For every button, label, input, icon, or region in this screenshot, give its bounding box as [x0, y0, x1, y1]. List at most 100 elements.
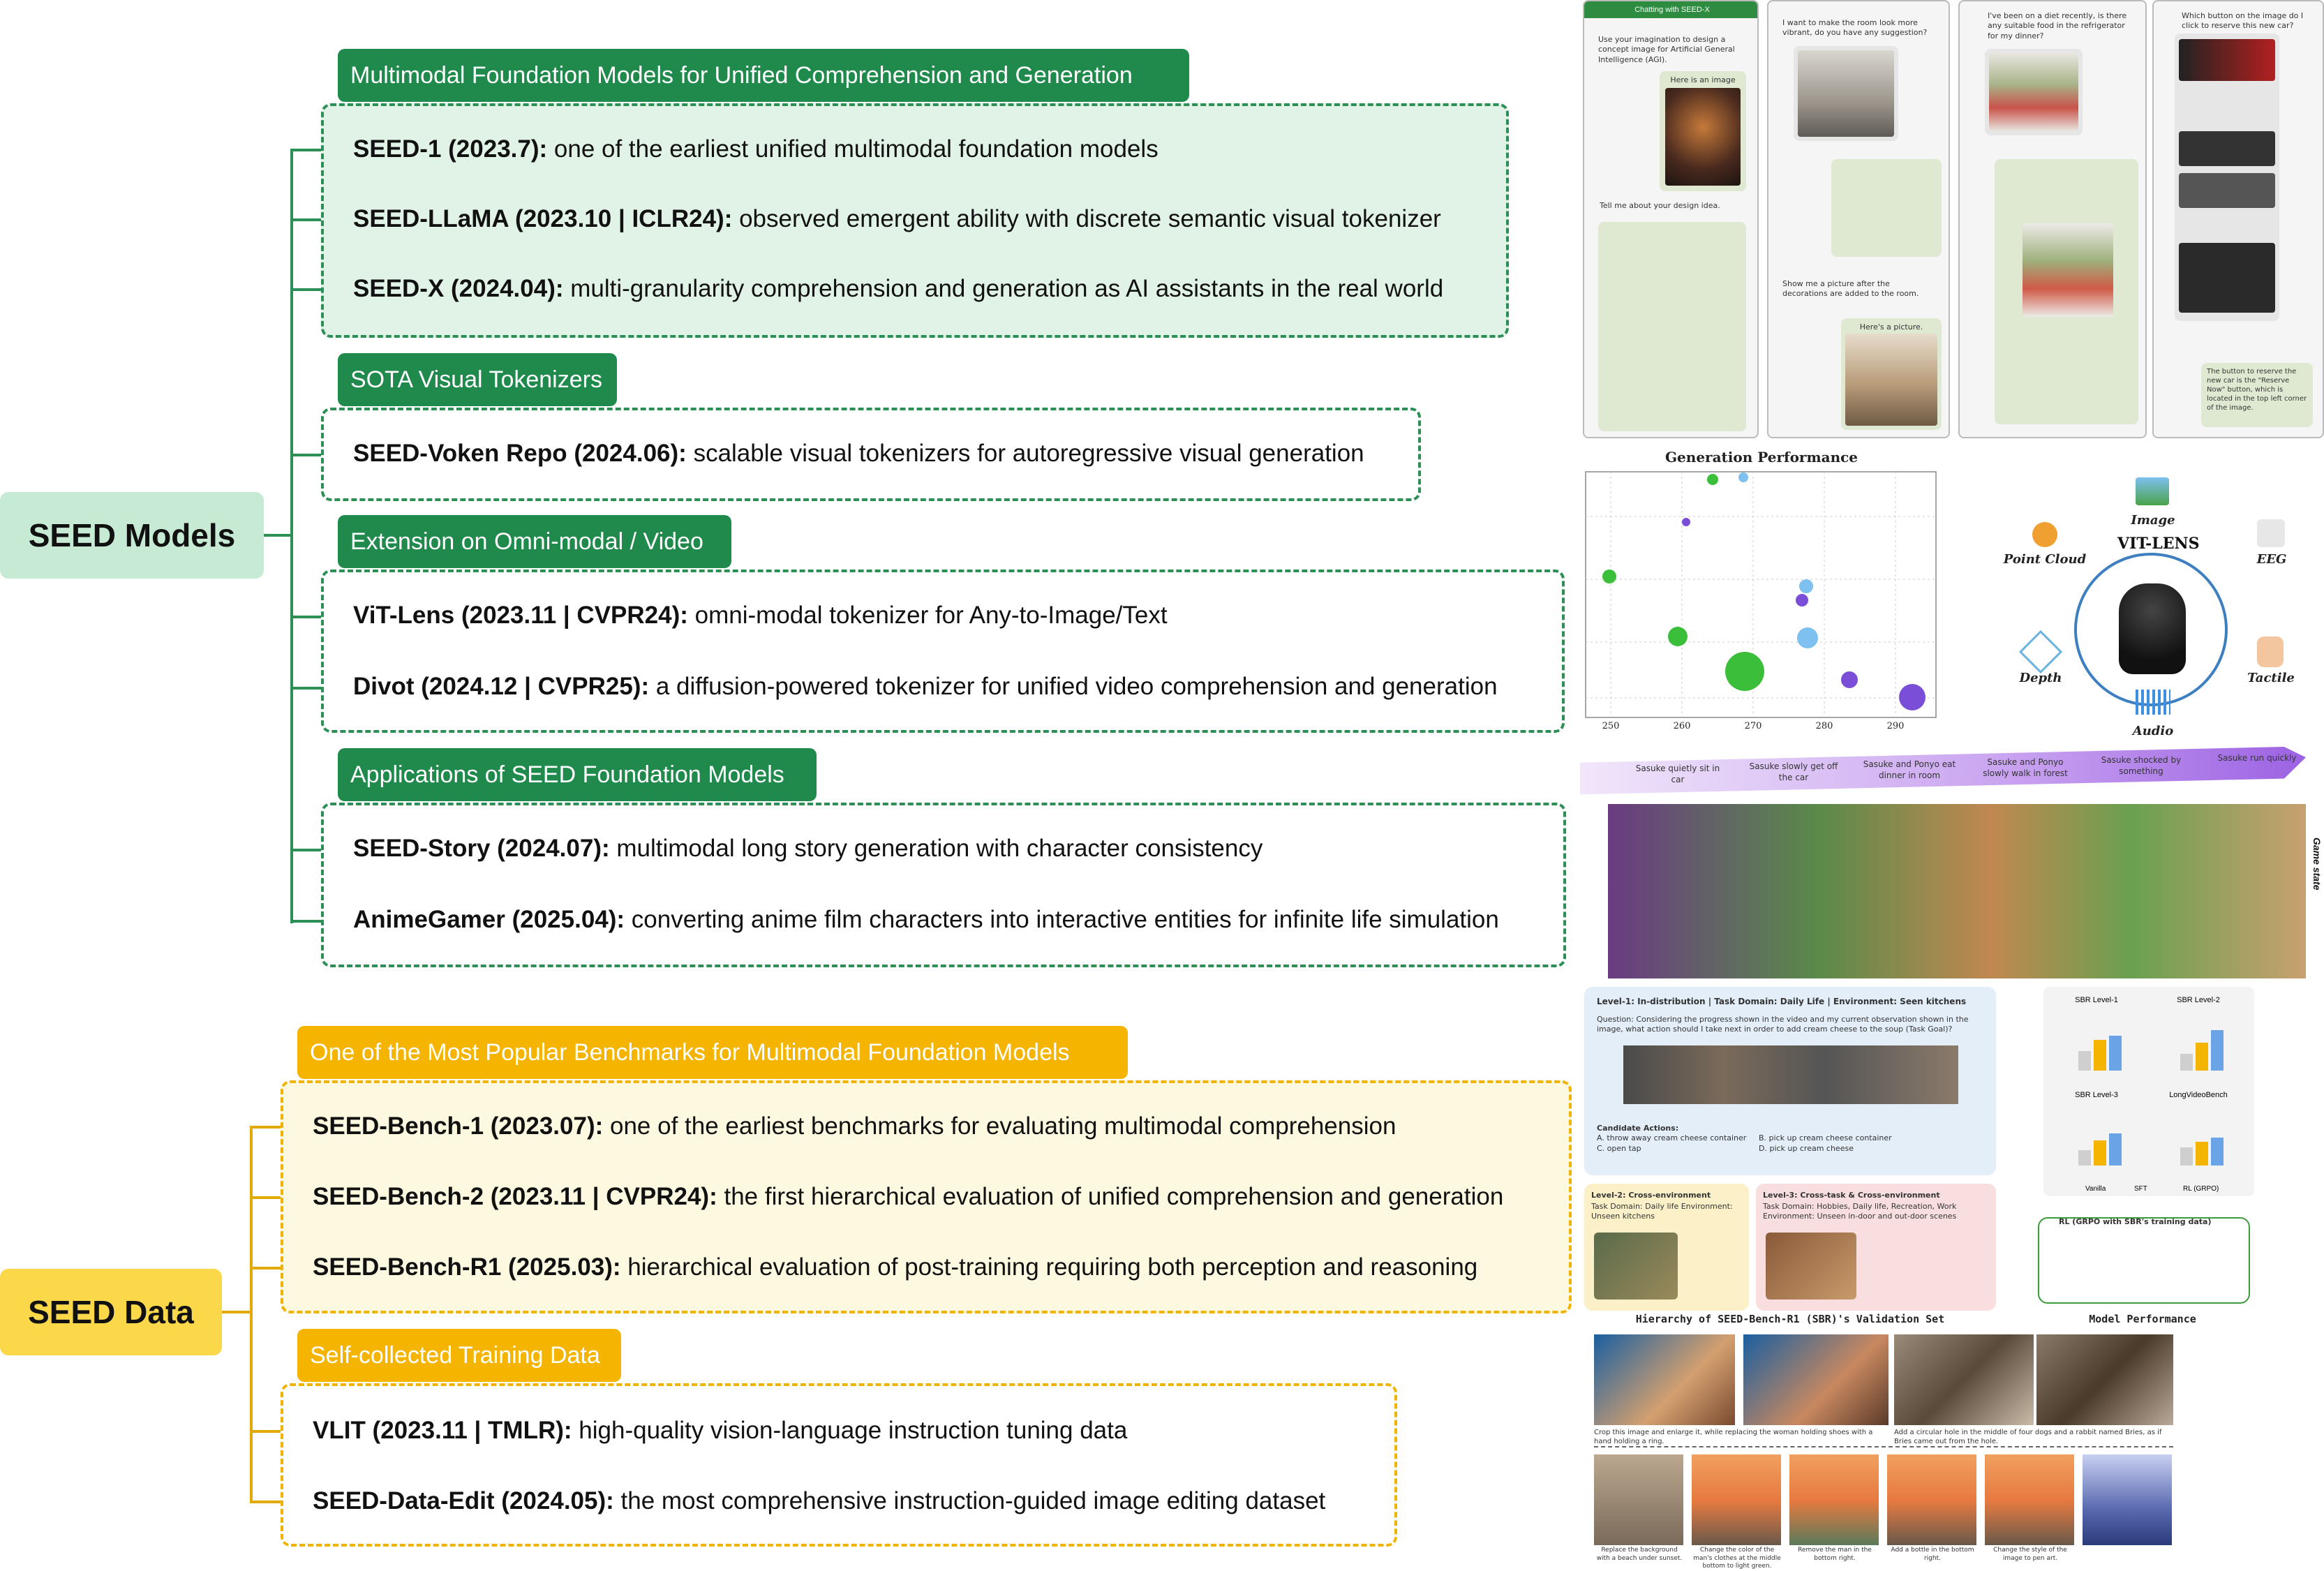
chat-user-msg: Which button on the image do I click to … [2182, 11, 2304, 31]
point-llamagen-l [1707, 474, 1718, 485]
connector [290, 687, 321, 690]
point-llamagen-xl [1602, 569, 1616, 583]
bench-bar [2094, 1040, 2106, 1071]
story-step-label: Sasuke quietly sit in car [1635, 764, 1720, 784]
edit-caption: Change the color of the man's clothes at… [1693, 1547, 1781, 1570]
edit-caption: Remove the man in the bottom right. [1798, 1547, 1872, 1562]
story-step-label: Sasuke and Ponyo slowly walk in forest [1983, 757, 2068, 778]
models-item-animegamer: AnimeGamer (2025.04): converting anime f… [353, 906, 1499, 933]
bench-bar [2211, 1030, 2224, 1071]
bench-bar [2094, 1140, 2106, 1166]
bench-opt-b: B. pick up cream cheese container [1759, 1133, 1892, 1142]
bench-bar-title: SBR Level-3 [2075, 1091, 2118, 1099]
edit-divider [1594, 1446, 2173, 1447]
connector [250, 1196, 281, 1199]
edit-caption: Change the style of the image to pen art… [1993, 1547, 2067, 1562]
edit-img-9 [1985, 1454, 2074, 1545]
connector [290, 454, 321, 456]
connector [250, 1501, 281, 1503]
room-image-2: Here's a picture. [1841, 318, 1942, 430]
vitlens-figure: Image VIT-LENS Point Cloud EEG Depth Tac… [1996, 447, 2303, 748]
chat-user-msg2: Show me a picture after the decorations … [1782, 279, 1919, 299]
data-item-benchr1: SEED-Bench-R1 (2025.03): hierarchical ev… [313, 1253, 1478, 1281]
models-item-voken: SEED-Voken Repo (2024.06): scalable visu… [353, 440, 1364, 467]
point-ibq-b [1682, 518, 1690, 526]
eeg-icon [2257, 519, 2285, 547]
vitlens-title: VIT-LENS [2117, 535, 2200, 553]
bench-caption: Hierarchy of SEED-Bench-R1 (SBR)'s Valid… [1635, 1313, 1945, 1325]
bench-level1: Level-1: In-distribution | Task Domain: … [1597, 997, 1967, 1006]
edit-caption: Replace the background with a beach unde… [1596, 1547, 1683, 1562]
models-sec2-header: SOTA Visual Tokenizers [338, 353, 617, 406]
edit-img-2 [1743, 1334, 1889, 1425]
connector [264, 534, 292, 537]
chat-panel-3: I've been on a diet recently, is there a… [1958, 0, 2147, 438]
game-state-label: Game state [2311, 837, 2323, 891]
seed-models-root: SEED Models [0, 492, 264, 579]
webpage-image [2175, 33, 2279, 321]
story-step-label: Sasuke shocked by something [2101, 755, 2182, 776]
x-tick-label: 270 [1744, 721, 1762, 731]
connector [222, 1311, 251, 1313]
bench-bar-title: LongVideoBench [2169, 1091, 2228, 1099]
chat-panel-1: Chatting with SEED-X Use your imaginatio… [1583, 0, 1759, 438]
room-image [1794, 46, 1898, 141]
bench-bar [2211, 1138, 2224, 1166]
data-sec2-header: Self-collected Training Data [297, 1329, 621, 1382]
connector [250, 1430, 281, 1433]
connector [290, 149, 293, 923]
connector [250, 1126, 253, 1503]
mod-tactile: Tactile [2247, 671, 2295, 685]
connector [290, 616, 321, 618]
chat-bot-text: The button to reserve the new car is the… [2201, 363, 2313, 427]
story-step-label: Sasuke and Ponyo eat dinner in room [1863, 759, 1956, 780]
point-openmagvit2-l [1799, 579, 1813, 593]
bench-opt-c: C. open tap [1597, 1144, 1641, 1153]
x-tick-label: 260 [1673, 721, 1691, 731]
x-tick-label: 250 [1602, 721, 1620, 731]
connector [290, 849, 321, 851]
edit-img-7 [1789, 1454, 1879, 1545]
connector [290, 288, 321, 291]
mod-eeg: EEG [2256, 552, 2287, 567]
story-film-strip [1608, 804, 2306, 978]
edit-img-4 [2036, 1334, 2173, 1425]
chat-panel-4: Which button on the image do I click to … [2152, 0, 2324, 438]
audio-icon [2136, 690, 2170, 715]
story-step-label: Sasuke slowly get off the car [1749, 761, 1838, 782]
data-item-seeddataedit: SEED-Data-Edit (2024.05): the most compr… [313, 1487, 1326, 1514]
fridge-image [1985, 49, 2083, 135]
edit-img-6 [1692, 1454, 1781, 1545]
mod-depth: Depth [2019, 671, 2062, 685]
models-item-seed1: SEED-1 (2023.7): one of the earliest uni… [353, 135, 1159, 163]
edit-caption-1: Crop this image and enlarge it, while re… [1594, 1429, 1873, 1445]
point-ibq-l [1796, 594, 1808, 606]
connector [250, 1267, 281, 1270]
edit-img-3 [1894, 1334, 2034, 1425]
bench-bar-title: SBR Level-1 [2075, 996, 2118, 1004]
bench-bars: SBR Level-1 SBR Level-2 SBR Level-3 LongVid… [2043, 987, 2254, 1196]
connector [290, 149, 321, 151]
bench-bar [2078, 1051, 2091, 1071]
image-icon [2136, 477, 2169, 505]
bench-level2-box: Level-2: Cross-environment Task Domain: … [1584, 1184, 1749, 1311]
chat-bot-text [1831, 159, 1942, 257]
edit-caption-2: Add a circular hole in the middle of fou… [1894, 1429, 2162, 1445]
models-sec4-header: Applications of SEED Foundation Models [338, 748, 817, 801]
bench-question: Question: Considering the progress shown… [1597, 1015, 1969, 1034]
models-sec4-box [321, 803, 1566, 967]
bench-perf-caption: Model Performance [2089, 1313, 2196, 1325]
point-ibq-xxl [1899, 684, 1926, 710]
depth-icon [2018, 630, 2063, 674]
models-sec1-header: Multimodal Foundation Models for Unified… [338, 49, 1189, 102]
models-item-seedx: SEED-X (2024.04): multi-granularity comp… [353, 275, 1444, 302]
level3-thumbs [1766, 1233, 1856, 1300]
point-llamagen-xxxl [1725, 652, 1764, 691]
data-item-bench2: SEED-Bench-2 (2023.11 | CVPR24): the fir… [313, 1183, 1504, 1210]
chat-user-msg: I've been on a diet recently, is there a… [1988, 11, 2127, 40]
edit-img-8 [1887, 1454, 1976, 1545]
bench-level3-box: Level-3: Cross-task & Cross-environment … [1756, 1184, 1996, 1311]
vitlens-circle [2074, 553, 2228, 706]
story-step-label: Sasuke run quickly [2217, 753, 2297, 763]
edit-img-5 [1594, 1454, 1683, 1545]
